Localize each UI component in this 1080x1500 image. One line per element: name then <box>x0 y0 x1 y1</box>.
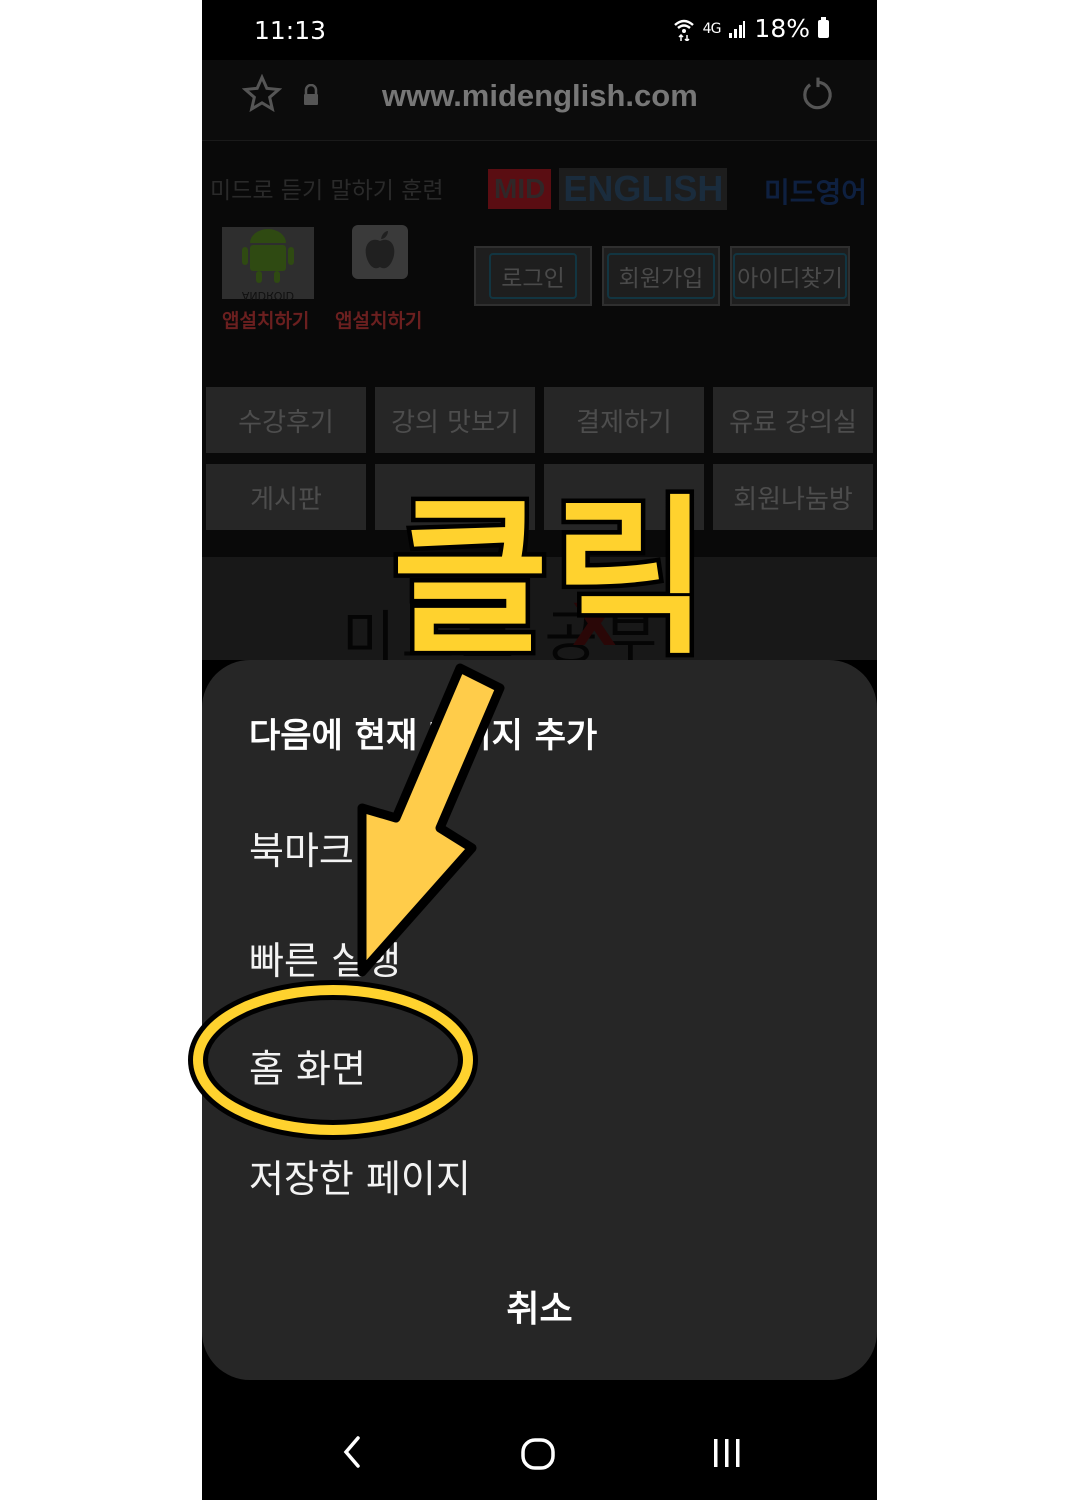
signup-button[interactable]: 회원가입 <box>602 246 720 306</box>
nav-reviews[interactable]: 수강후기 <box>206 387 366 453</box>
lock-icon <box>304 84 318 105</box>
back-icon[interactable] <box>340 1435 364 1469</box>
battery-level: 18% <box>754 14 810 43</box>
apple-icon <box>365 231 395 269</box>
nav-cell-hidden-1[interactable] <box>375 464 535 530</box>
android-icon <box>242 229 294 283</box>
nav-board[interactable]: 게시판 <box>206 464 366 530</box>
logo-korean: 미드영어 <box>764 176 868 209</box>
status-icons: 4G 18% <box>673 14 829 43</box>
add-page-sheet: 다음에 현재 페이지 추가 북마크 빠른 실행 홈 화면 저장한 페이지 취소 <box>202 660 877 1380</box>
nav-preview[interactable]: 강의 맛보기 <box>375 387 535 453</box>
menu-item-home-screen[interactable]: 홈 화면 <box>249 1038 366 1093</box>
reload-icon[interactable] <box>799 76 837 114</box>
signup-label: 회원가입 <box>606 253 716 299</box>
site-tagline: 미드로 듣기 말하기 훈련 <box>210 178 444 204</box>
menu-item-saved-pages[interactable]: 저장한 페이지 <box>249 1148 471 1203</box>
home-icon[interactable] <box>520 1437 556 1471</box>
url-field[interactable]: www.midenglish.com <box>382 78 698 114</box>
cancel-button[interactable]: 취소 <box>202 1280 877 1332</box>
network-type: 4G <box>702 20 722 37</box>
menu-item-quick-access[interactable]: 빠른 실행 <box>249 930 401 985</box>
android-badge: ANDROID <box>241 289 295 302</box>
web-page: 미드로 듣기 말하기 훈련 MID ENGLISH 미드영어 ANDROID 앱… <box>202 141 877 672</box>
battery-icon <box>818 16 829 38</box>
site-logo[interactable]: MID ENGLISH <box>488 159 748 219</box>
logo-mid: MID <box>488 169 552 209</box>
site-heading-mark: X <box>572 591 623 659</box>
address-bar: www.midenglish.com <box>202 60 877 141</box>
heading-x-mark: X <box>572 591 623 659</box>
nav-paid-class[interactable]: 유료 강의실 <box>713 387 873 453</box>
status-time: 11:13 <box>254 16 327 45</box>
logo-english: ENGLISH <box>559 168 728 210</box>
system-nav-bar <box>202 1405 877 1500</box>
find-id-button[interactable]: 아이디찾기 <box>730 246 850 306</box>
apple-install-label[interactable]: 앱설치하기 <box>335 306 422 333</box>
login-label: 로그인 <box>489 253 577 299</box>
nav-cell-hidden-2[interactable] <box>544 464 704 530</box>
find-id-label: 아이디찾기 <box>733 253 847 299</box>
nav-payment[interactable]: 결제하기 <box>544 387 704 453</box>
phone-screen: 11:13 4G 18% www.midenglish.com 미드로 듣기 말… <box>202 0 877 1500</box>
signal-icon <box>729 20 746 38</box>
apple-app-link[interactable] <box>352 225 408 279</box>
wifi-icon <box>673 19 694 41</box>
android-app-link[interactable]: ANDROID <box>222 227 314 302</box>
recents-icon[interactable] <box>710 1437 744 1469</box>
menu-item-bookmark[interactable]: 북마크 <box>249 820 354 875</box>
login-button[interactable]: 로그인 <box>474 246 592 306</box>
android-install-label[interactable]: 앱설치하기 <box>222 306 309 333</box>
nav-sharing[interactable]: 회원나눔방 <box>713 464 873 530</box>
star-icon[interactable] <box>242 74 282 114</box>
sheet-title: 다음에 현재 페이지 추가 <box>249 716 598 756</box>
